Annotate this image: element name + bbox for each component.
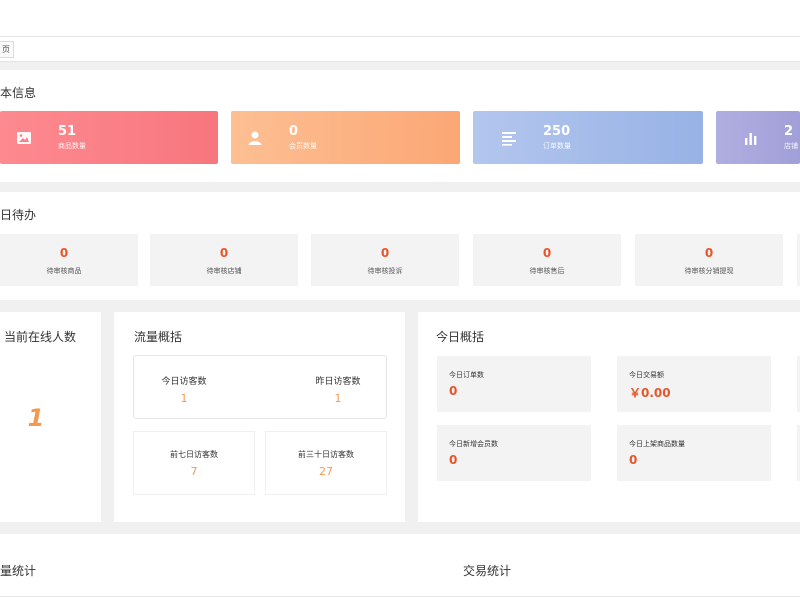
overview-card[interactable]: 今日上架商品数量 0 — [617, 425, 771, 481]
info-card-shops[interactable]: 2 店铺 — [716, 111, 800, 164]
overview-value: 0 — [449, 453, 458, 467]
tab-home[interactable]: 页 — [0, 41, 14, 58]
list-icon — [500, 129, 518, 147]
todo-item[interactable]: 0 待审核分销提现 — [635, 234, 783, 286]
card-label: 店铺 — [784, 142, 798, 150]
todo-item[interactable]: 0 待审核售后 — [473, 234, 621, 286]
stat-label: 昨日访客数 — [315, 377, 361, 387]
bar-chart-icon — [742, 129, 760, 147]
today-visitors: 今日访客数 1 — [134, 356, 234, 420]
todo-item[interactable]: 0 待审核投诉 — [311, 234, 459, 286]
todo-label: 待审核售后 — [529, 267, 565, 275]
stat-value: 1 — [180, 392, 188, 405]
todo-label: 待审核投诉 — [367, 267, 403, 275]
stat-label: 今日访客数 — [161, 377, 207, 387]
image-icon — [15, 129, 33, 147]
stat-value: 27 — [319, 465, 333, 478]
card-value: 0 — [289, 124, 299, 139]
todo-label: 待审核店铺 — [206, 267, 242, 275]
overview-card[interactable]: 今日交易额 ￥0.00 — [617, 356, 771, 412]
panel-title: 今日概括 — [436, 330, 485, 344]
overview-label: 今日订单数 — [449, 371, 484, 379]
online-users-panel: 当前在线人数 1 — [0, 312, 101, 522]
panel-title: 交易统计 — [463, 564, 512, 578]
info-card-orders[interactable]: 250 订单数量 — [473, 111, 703, 164]
stat-label: 前七日访客数 — [170, 450, 218, 459]
card-value: 51 — [58, 124, 77, 139]
panel-title: 当前在线人数 — [4, 330, 77, 344]
overview-label: 今日上架商品数量 — [629, 440, 685, 448]
todo-item[interactable]: 0 待审核店铺 — [150, 234, 298, 286]
online-count: 1 — [27, 404, 45, 432]
todo-value: 0 — [59, 246, 69, 260]
panel-title: 量统计 — [0, 564, 37, 578]
info-card-goods[interactable]: 51 商品数量 — [0, 111, 218, 164]
statistics-panel: 量统计 交易统计 — [0, 534, 800, 600]
top-header — [0, 0, 800, 36]
todo-label: 待审核商品 — [46, 267, 82, 275]
traffic-box-day: 今日访客数 1 昨日访客数 1 — [133, 355, 387, 419]
todo-label: 待审核分销提现 — [684, 267, 734, 275]
card-label: 商品数量 — [58, 142, 86, 150]
panel-title: 流量概括 — [134, 330, 183, 344]
today-overview-panel: 今日概括 今日订单数 0 今日交易额 ￥0.00 今日新增会员数 0 今日上架商… — [418, 312, 800, 522]
traffic-panel: 流量概括 今日访客数 1 昨日访客数 1 前七日访客数 7 前三十日访客数 27 — [114, 312, 405, 522]
card-label: 会员数量 — [289, 142, 317, 150]
overview-card[interactable]: 今日新增会员数 0 — [437, 425, 591, 481]
overview-label: 今日新增会员数 — [449, 440, 498, 448]
todo-value: 0 — [380, 246, 390, 260]
card-label: 订单数量 — [543, 142, 571, 150]
overview-value: 0 — [629, 453, 638, 467]
card-value: 2 — [784, 124, 794, 139]
card-value: 250 — [543, 124, 571, 139]
overview-value: 0 — [449, 384, 458, 398]
panel-title: 日待办 — [0, 208, 37, 222]
todo-value: 0 — [542, 246, 552, 260]
todo-item[interactable]: 0 待审核商品 — [0, 234, 138, 286]
panel-title: 本信息 — [0, 86, 37, 100]
stat-label: 前三十日访客数 — [298, 450, 354, 459]
yesterday-visitors: 昨日访客数 1 — [288, 356, 388, 420]
traffic-box-month: 前三十日访客数 27 — [265, 431, 387, 495]
stat-value: 7 — [190, 465, 198, 478]
stat-value: 1 — [334, 392, 342, 405]
overview-card[interactable]: 今日订单数 0 — [437, 356, 591, 412]
info-card-members[interactable]: 0 会员数量 — [231, 111, 460, 164]
traffic-box-week: 前七日访客数 7 — [133, 431, 255, 495]
tab-bar: 页 — [0, 36, 800, 62]
divider — [0, 596, 800, 597]
user-icon — [246, 129, 264, 147]
todo-value: 0 — [219, 246, 229, 260]
overview-label: 今日交易额 — [629, 371, 664, 379]
todo-value: 0 — [704, 246, 714, 260]
overview-value: ￥0.00 — [629, 386, 671, 400]
